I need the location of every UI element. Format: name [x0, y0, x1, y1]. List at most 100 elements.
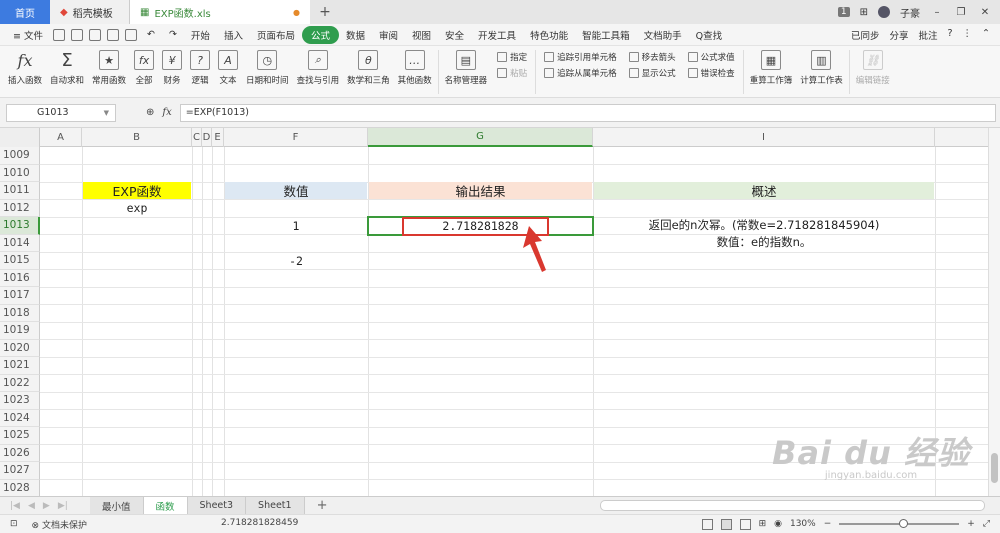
add-sheet-button[interactable]: + [305, 497, 340, 515]
prev-sheet-icon[interactable]: ◀ [28, 501, 35, 511]
row-header-1016[interactable]: 1016 [0, 269, 40, 287]
col-header-b[interactable]: B [82, 128, 192, 147]
recalc-workbook-button[interactable]: ▦ 重算工作簿 [746, 46, 797, 86]
row-header-1020[interactable]: 1020 [0, 339, 40, 357]
comment-button[interactable]: 批注 [918, 28, 937, 42]
col-header-c[interactable]: C [192, 128, 202, 147]
row-header-1024[interactable]: 1024 [0, 409, 40, 427]
menu-security[interactable]: 安全 [438, 28, 471, 42]
page-layout-icon[interactable] [739, 518, 751, 530]
fit-window-icon[interactable]: ⤢ [983, 519, 990, 529]
col-header-a[interactable]: A [40, 128, 82, 147]
tab-docer-templates[interactable]: ◆ 稻壳模板 [50, 0, 130, 24]
eye-protect-icon[interactable]: ◉ [774, 519, 782, 529]
menu-smart-tools[interactable]: 智能工具箱 [575, 28, 637, 42]
cell-i1011[interactable]: 概述 [594, 182, 934, 199]
col-header-d[interactable]: D [202, 128, 212, 147]
financial-button[interactable]: ¥ 财务 [158, 46, 186, 86]
fx-icon[interactable]: fx [162, 107, 171, 118]
next-sheet-icon[interactable]: ▶ [43, 501, 50, 511]
row-header-1011[interactable]: 1011 [0, 182, 40, 200]
row-header-1009[interactable]: 1009 [0, 147, 40, 165]
cell-i1013[interactable]: 返回e的n次幂。(常数e=2.718281845904) 数值：e的指数n。 [594, 217, 934, 251]
normal-view-icon[interactable] [720, 518, 732, 530]
lookup-reference-button[interactable]: ⌕ 查找与引用 [293, 46, 344, 86]
horizontal-scrollbar[interactable] [600, 500, 985, 511]
name-box[interactable]: G1013 ▼ [6, 103, 116, 122]
name-manager-button[interactable]: ▤ 名称管理器 [441, 46, 492, 86]
collapse-icon[interactable]: ⌃ [982, 28, 990, 42]
row-header-1019[interactable]: 1019 [0, 322, 40, 340]
insert-function-button[interactable]: fx 插入函数 [4, 46, 46, 87]
avatar[interactable] [878, 6, 890, 18]
remove-arrows-button[interactable]: 移去箭头 [628, 51, 676, 63]
user-name[interactable]: 子豪 [900, 5, 920, 20]
row-header-1018[interactable]: 1018 [0, 304, 40, 322]
row-header-1014[interactable]: 1014 [0, 234, 40, 252]
trace-precedents-button[interactable]: 追踪引用单元格 [544, 51, 617, 63]
menu-view[interactable]: 视图 [405, 28, 438, 42]
col-header-g[interactable]: G [368, 128, 593, 147]
error-check-button[interactable]: 错误检查 [687, 67, 735, 79]
autosum-button[interactable]: Σ 自动求和 [46, 46, 88, 87]
zoom-in-icon[interactable]: + [967, 519, 975, 529]
help-icon[interactable]: ? [947, 28, 952, 42]
more-icon[interactable]: ⋮ [963, 28, 973, 42]
vertical-scrollbar[interactable] [988, 128, 1000, 496]
specify-button[interactable]: 指定 [497, 51, 527, 63]
row-header-1026[interactable]: 1026 [0, 444, 40, 462]
minimize-icon[interactable]: – [930, 7, 944, 18]
date-time-button[interactable]: ◷ 日期和时间 [242, 46, 293, 86]
row-header-1021[interactable]: 1021 [0, 357, 40, 375]
menu-file[interactable]: ≡ 文件 [6, 28, 50, 42]
page-break-icon[interactable]: ⊞ [759, 519, 767, 529]
col-header-f[interactable]: F [224, 128, 368, 147]
menu-review[interactable]: 审阅 [372, 28, 405, 42]
col-header-e[interactable]: E [212, 128, 224, 147]
export-icon[interactable] [70, 28, 83, 41]
print-icon[interactable] [88, 28, 101, 41]
zoom-level[interactable]: 130% [790, 519, 816, 529]
grid-view-icon[interactable]: ⊞ [860, 7, 868, 18]
trace-dependents-button[interactable]: 追踪从属单元格 [544, 67, 617, 79]
row-header-1015[interactable]: 1015 [0, 252, 40, 270]
sheet-tab-sheet1[interactable]: Sheet1 [246, 496, 305, 515]
menu-page-layout[interactable]: 页面布局 [250, 28, 302, 42]
cell-f1013[interactable]: 1 [225, 217, 367, 234]
tab-file-exp[interactable]: ▦ EXP函数.xls ● [130, 0, 310, 24]
sync-button[interactable]: 已同步 [851, 28, 880, 42]
share-button[interactable]: 分享 [889, 28, 908, 42]
row-header-1025[interactable]: 1025 [0, 427, 40, 445]
row-header-1022[interactable]: 1022 [0, 374, 40, 392]
logical-button[interactable]: ? 逻辑 [186, 46, 214, 86]
format-painter-icon[interactable] [124, 28, 137, 41]
first-sheet-icon[interactable]: |◀ [10, 501, 20, 511]
zoom-slider[interactable] [839, 519, 960, 528]
show-formulas-button[interactable]: 显示公式 [628, 67, 676, 79]
menu-data[interactable]: 数据 [339, 28, 372, 42]
menu-formulas[interactable]: 公式 [301, 25, 339, 44]
row-header-1012[interactable]: 1012 [0, 199, 40, 217]
undo-icon[interactable]: ↶ [140, 29, 162, 40]
col-header-i[interactable]: I [593, 128, 935, 147]
evaluate-formula-button[interactable]: 公式求值 [687, 51, 735, 63]
row-header-1013[interactable]: 1013 [0, 217, 40, 235]
fullscreen-icon[interactable] [701, 518, 713, 530]
print-preview-icon[interactable] [106, 28, 119, 41]
other-functions-button[interactable]: … 其他函数 [394, 46, 436, 86]
zoom-formula-icon[interactable]: ⊕ [146, 107, 154, 118]
row-header-1017[interactable]: 1017 [0, 287, 40, 305]
menu-doc-assistant[interactable]: 文档助手 [637, 28, 689, 42]
protect-status[interactable]: ⊗ 文档未保护 [32, 518, 87, 531]
calc-sheet-button[interactable]: ▥ 计算工作表 [796, 46, 847, 86]
edit-links-button[interactable]: ⛓ 编辑链接 [852, 46, 894, 86]
row-header-1010[interactable]: 1010 [0, 164, 40, 182]
sheet-tab-functions[interactable]: 函数 [143, 496, 188, 515]
cell-f1015[interactable]: -2 [225, 252, 367, 269]
menu-developer[interactable]: 开发工具 [471, 28, 523, 42]
formula-input[interactable]: =EXP(F1013) [179, 103, 996, 122]
close-icon[interactable]: ✕ [978, 7, 992, 18]
cell-f1011[interactable]: 数值 [225, 182, 367, 199]
scroll-thumb[interactable] [991, 453, 998, 483]
redo-icon[interactable]: ↷ [162, 29, 184, 40]
